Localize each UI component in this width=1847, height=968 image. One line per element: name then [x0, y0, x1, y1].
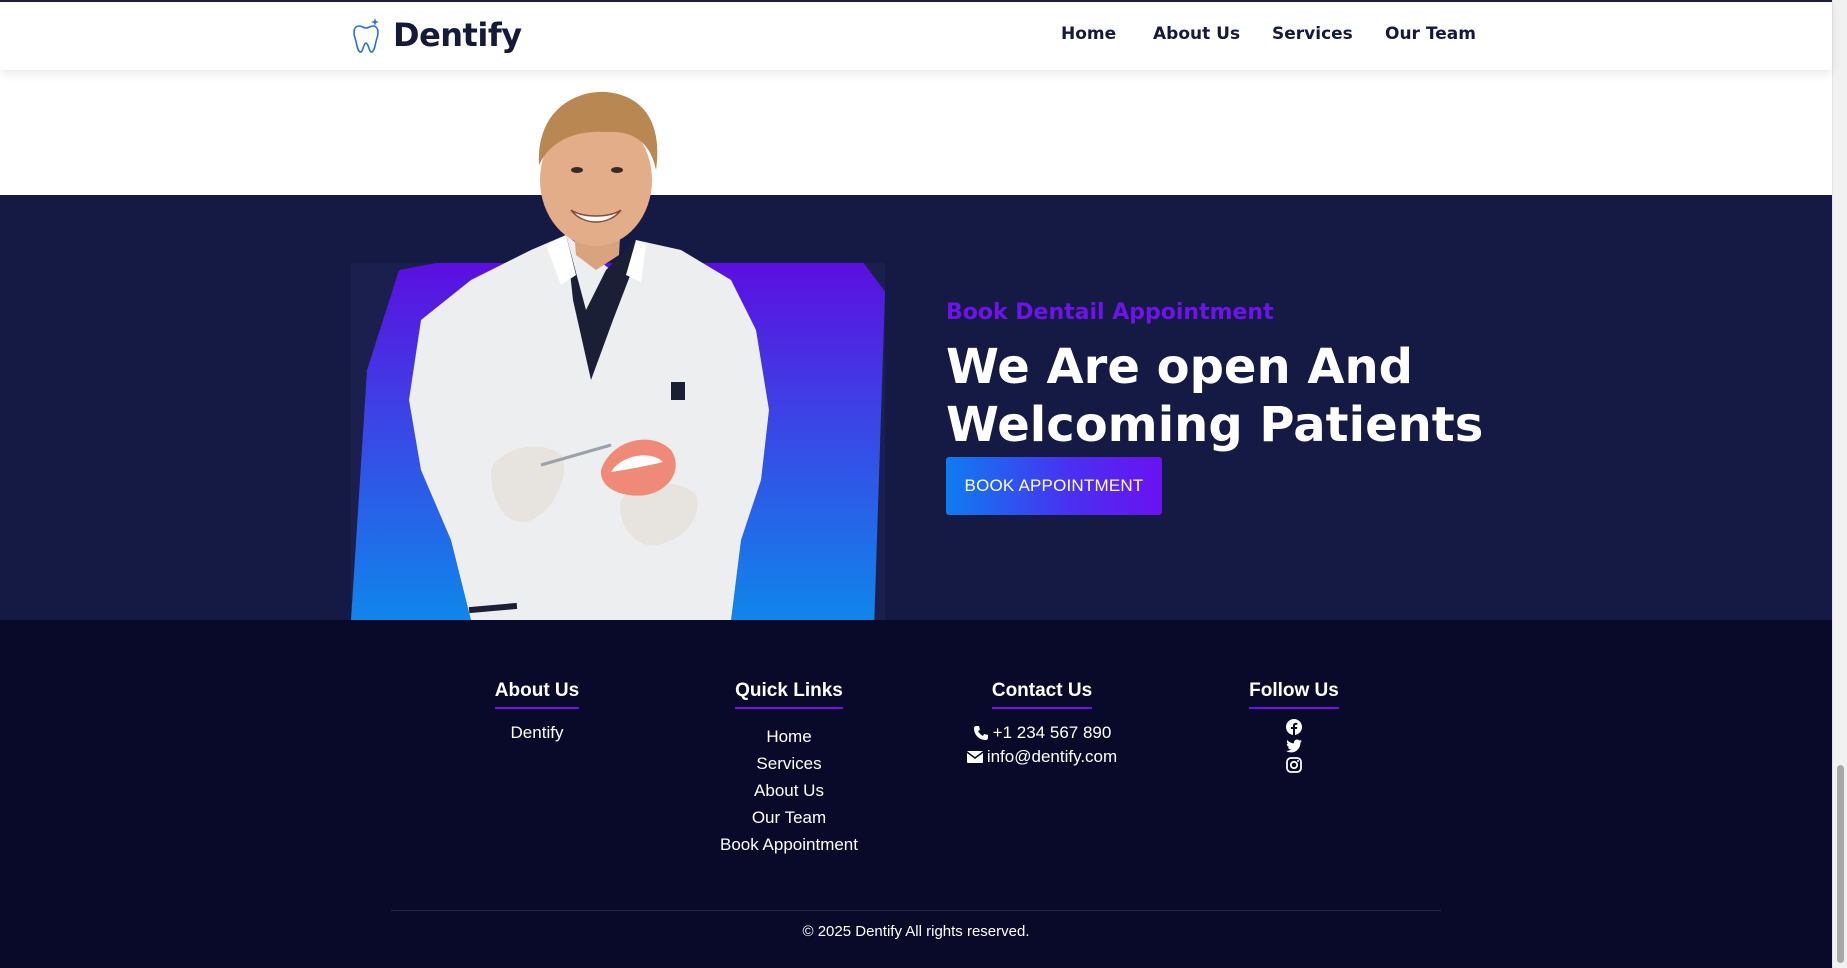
brand-name: Dentify — [393, 16, 522, 54]
footer-contact-column: Contact Us +1 234 567 890 info@dentify.c… — [962, 680, 1122, 769]
contact-email[interactable]: info@dentify.com — [962, 745, 1122, 769]
book-appointment-button[interactable]: BOOK APPOINTMENT — [946, 457, 1162, 515]
site-footer: About Us Dentify Quick Links Home Servic… — [0, 620, 1832, 968]
scrollbar-thumb[interactable] — [1837, 765, 1844, 963]
footer-follow-column: Follow Us — [1214, 680, 1374, 776]
envelope-icon — [966, 751, 983, 763]
footer-link-our-team[interactable]: Our Team — [709, 804, 869, 831]
hero-top-spacer — [0, 70, 1832, 195]
tooth-icon — [353, 18, 379, 53]
copyright-text: © 2025 Dentify All rights reserved. — [802, 923, 1030, 940]
footer-divider — [391, 910, 1441, 911]
hero-title: We Are open And Welcoming Patients — [946, 339, 1484, 453]
footer-link-about-us[interactable]: About Us — [709, 777, 869, 804]
contact-phone-text: +1 234 567 890 — [992, 723, 1112, 742]
footer-follow-title: Follow Us — [1249, 680, 1339, 709]
footer-quick-links-column: Quick Links Home Services About Us Our T… — [709, 680, 869, 858]
footer-quick-links-title: Quick Links — [735, 680, 843, 709]
appointment-hero — [0, 195, 1832, 620]
footer-contact-title: Contact Us — [991, 680, 1093, 709]
twitter-icon[interactable] — [1286, 738, 1302, 754]
footer-about-column: About Us Dentify — [467, 680, 607, 745]
footer-link-book-appointment[interactable]: Book Appointment — [709, 831, 869, 858]
nav-about-us[interactable]: About Us — [1153, 24, 1240, 44]
site-header: Dentify Home About Us Services Our Team — [0, 0, 1832, 70]
footer-about-text: Dentify — [510, 723, 564, 742]
contact-phone[interactable]: +1 234 567 890 — [962, 721, 1122, 745]
footer-about-title: About Us — [494, 680, 580, 709]
dentist-photo — [409, 91, 769, 620]
page-scrollbar[interactable] — [1832, 0, 1847, 968]
contact-email-text: info@dentify.com — [986, 747, 1118, 766]
facebook-icon[interactable] — [1286, 719, 1302, 735]
phone-icon — [973, 726, 988, 740]
footer-link-home[interactable]: Home — [709, 723, 869, 750]
nav-home[interactable]: Home — [1061, 24, 1116, 44]
footer-link-services[interactable]: Services — [709, 750, 869, 777]
nav-services[interactable]: Services — [1272, 24, 1353, 44]
instagram-icon[interactable] — [1286, 757, 1302, 773]
nav-our-team[interactable]: Our Team — [1385, 24, 1476, 44]
hero-kicker: Book Dentail Appointment — [946, 300, 1274, 325]
brand-logo[interactable]: Dentify — [351, 16, 522, 54]
